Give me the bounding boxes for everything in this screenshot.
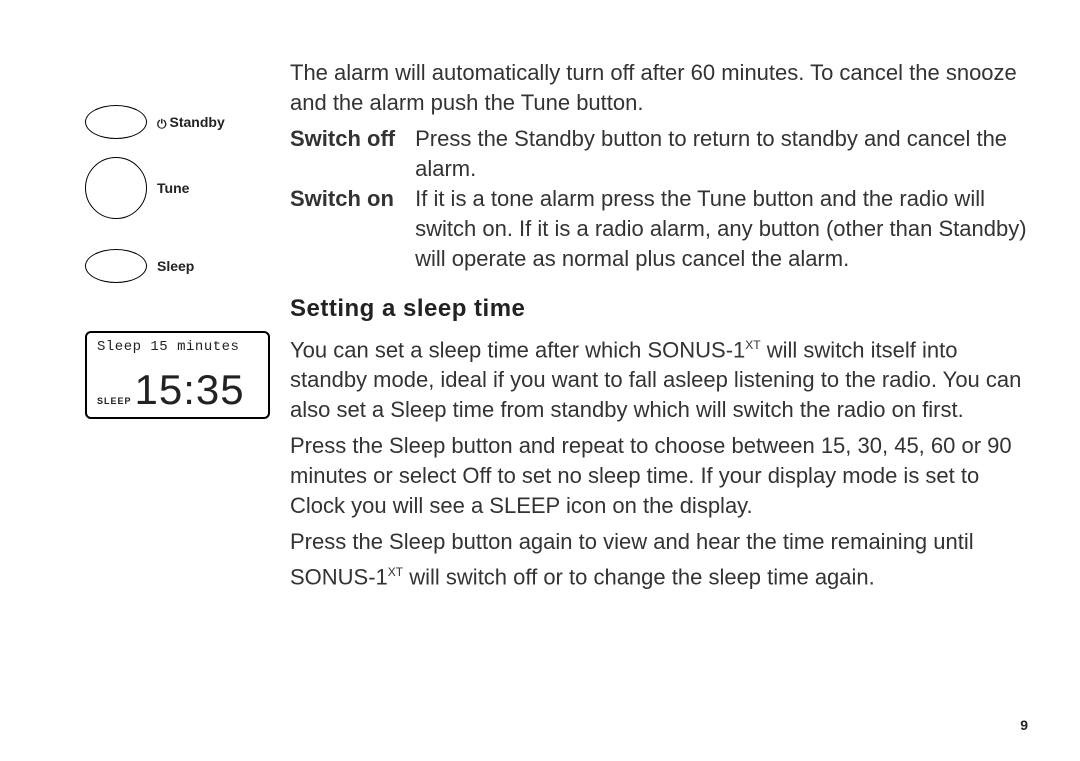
switch-off-row: Switch off Press the Standby button to r… — [290, 124, 1030, 184]
switch-on-desc: If it is a tone alarm press the Tune but… — [415, 184, 1030, 274]
lcd-screen: Sleep 15 minutes SLEEP 15:35 — [85, 331, 270, 419]
lcd-clock-row: SLEEP 15:35 — [97, 369, 258, 411]
manual-page: ⏻Standby Tune Sleep Sleep 15 minutes SLE… — [0, 0, 1080, 761]
standby-label-text: Standby — [170, 114, 225, 130]
switch-off-term: Switch off — [290, 124, 415, 184]
switch-off-desc: Press the Standby button to return to st… — [415, 124, 1030, 184]
switch-on-term: Switch on — [290, 184, 415, 274]
sleep-paragraph-3: Press the Sleep button again to view and… — [290, 527, 1030, 592]
standby-button-icon — [85, 105, 147, 139]
lcd-clock-time: 15:35 — [135, 369, 245, 411]
switch-definitions: Switch off Press the Standby button to r… — [290, 124, 1030, 274]
figure-column: ⏻Standby Tune Sleep Sleep 15 minutes SLE… — [85, 105, 285, 419]
switch-on-row: Switch on If it is a tone alarm press th… — [290, 184, 1030, 274]
tune-label-text: Tune — [157, 180, 189, 196]
sleep-button-figure: Sleep — [85, 249, 285, 283]
section-heading: Setting a sleep time — [290, 294, 1030, 324]
tune-button-icon — [85, 157, 147, 219]
lcd-display-figure: Sleep 15 minutes SLEEP 15:35 — [85, 331, 285, 419]
power-icon: ⏻ — [157, 117, 167, 131]
sleep-button-icon — [85, 249, 147, 283]
sleep-paragraph-1: You can set a sleep time after which SON… — [290, 330, 1030, 425]
page-number: 9 — [1020, 717, 1028, 733]
standby-button-figure: ⏻Standby — [85, 105, 285, 139]
main-content: The alarm will automatically turn off af… — [290, 58, 1030, 599]
lcd-sleep-tag: SLEEP — [97, 396, 132, 406]
sleep-paragraph-2: Press the Sleep button and repeat to cho… — [290, 431, 1030, 521]
lcd-line-1: Sleep 15 minutes — [97, 339, 258, 355]
intro-paragraph: The alarm will automatically turn off af… — [290, 58, 1030, 118]
tune-button-figure: Tune — [85, 157, 285, 219]
sleep-label-text: Sleep — [157, 258, 194, 274]
standby-button-label: ⏻Standby — [157, 114, 225, 131]
